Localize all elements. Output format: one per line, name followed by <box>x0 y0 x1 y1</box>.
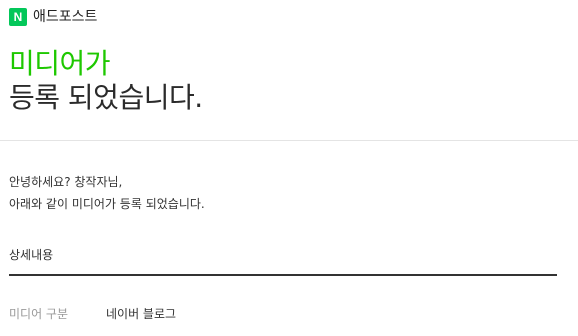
details-divider <box>9 274 557 276</box>
detail-label: 미디어 구분 <box>9 307 69 321</box>
detail-value: 네이버 블로그 <box>106 307 177 321</box>
brand-header: N 애드포스트 <box>9 8 97 26</box>
detail-row-media-type: 미디어 구분 네이버 블로그 <box>9 305 176 322</box>
headline-text: 등록 되었습니다. <box>9 81 203 114</box>
naver-logo-icon: N <box>9 8 27 26</box>
greeting-text: 안녕하세요? 창작자님, <box>9 175 123 189</box>
message-body: 안녕하세요? 창작자님, 아래와 같이 미디어가 등록 되었습니다. <box>9 171 205 215</box>
headline-highlight: 미디어가 <box>9 47 111 80</box>
page-headline: 미디어가 등록 되었습니다. <box>9 47 203 115</box>
email-page: N 애드포스트 미디어가 등록 되었습니다. 안녕하세요? 창작자님, 아래와 … <box>0 0 578 336</box>
brand-name: 애드포스트 <box>33 9 98 25</box>
message-text: 아래와 같이 미디어가 등록 되었습니다. <box>9 197 205 211</box>
divider <box>0 140 578 141</box>
details-title: 상세내용 <box>9 248 54 262</box>
